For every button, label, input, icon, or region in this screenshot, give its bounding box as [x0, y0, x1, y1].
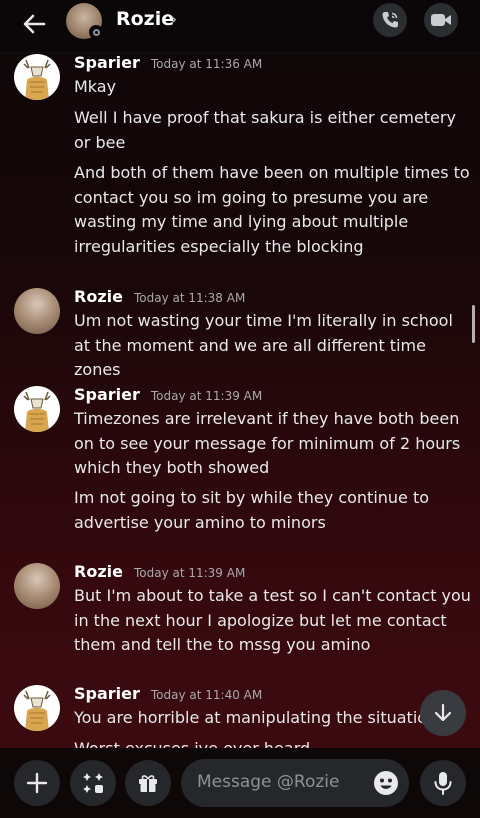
- chat-header: Rozie ›: [0, 0, 480, 53]
- avatar[interactable]: [14, 563, 60, 609]
- page-title[interactable]: Rozie: [116, 8, 174, 30]
- message-composer: Message @Rozie: [0, 748, 480, 818]
- message-header: Sparier Today at 11:39 AM: [74, 385, 262, 404]
- avatar[interactable]: [14, 685, 60, 731]
- emoji-icon[interactable]: [373, 770, 399, 796]
- message-text: Worst excuses ive ever heard: [74, 737, 474, 748]
- message-text: Well I have proof that sakura is either …: [74, 108, 456, 152]
- timestamp: Today at 11:38 AM: [133, 291, 246, 305]
- author-name[interactable]: Sparier: [74, 385, 140, 404]
- avatar[interactable]: [14, 386, 60, 432]
- message-header: Rozie Today at 11:39 AM: [74, 562, 245, 581]
- message-text: You are horrible at manipulating the sit…: [74, 708, 438, 727]
- back-arrow-icon[interactable]: [20, 10, 48, 38]
- apps-icon: [83, 773, 103, 793]
- message-text: And both of them have been on multiple t…: [74, 163, 470, 256]
- author-name[interactable]: Sparier: [74, 53, 140, 72]
- scrollbar[interactable]: [472, 305, 475, 343]
- message-input[interactable]: Message @Rozie: [181, 759, 409, 807]
- message-text: Mkay: [74, 77, 117, 96]
- microphone-icon: [434, 772, 452, 795]
- jump-to-bottom-button[interactable]: [420, 690, 466, 736]
- phone-icon: [382, 12, 398, 28]
- gift-button[interactable]: [125, 760, 171, 806]
- message-input-placeholder: Message @Rozie: [197, 772, 340, 792]
- apps-button[interactable]: [70, 760, 116, 806]
- timestamp: Today at 11:39 AM: [150, 389, 263, 403]
- author-name[interactable]: Rozie: [74, 287, 123, 306]
- message-list[interactable]: Sparier Today at 11:36 AM Mkay Well I ha…: [0, 52, 480, 748]
- message-text: Um not wasting your time I'm literally i…: [74, 311, 453, 379]
- message-header: Rozie Today at 11:38 AM: [74, 287, 245, 306]
- deer-skull-icon: [23, 391, 51, 432]
- message-text: But I'm about to take a test so I can't …: [74, 586, 471, 654]
- message-header: Sparier Today at 11:40 AM: [74, 684, 262, 703]
- message-text: Im not going to sit by while they contin…: [74, 488, 430, 532]
- deer-skull-icon: [23, 59, 51, 100]
- chevron-right-icon[interactable]: ›: [170, 9, 177, 30]
- add-attachment-button[interactable]: [14, 760, 60, 806]
- timestamp: Today at 11:39 AM: [133, 566, 246, 580]
- gift-icon: [139, 775, 157, 792]
- voice-message-button[interactable]: [420, 760, 466, 806]
- deer-skull-icon: [23, 690, 51, 731]
- author-name[interactable]: Rozie: [74, 562, 123, 581]
- author-name[interactable]: Sparier: [74, 684, 140, 703]
- message-text: Timezones are irrelevant if they have bo…: [74, 409, 461, 477]
- plus-icon: [26, 772, 48, 794]
- avatar[interactable]: [14, 288, 60, 334]
- voice-call-button[interactable]: [373, 3, 407, 37]
- video-call-button[interactable]: [424, 3, 458, 37]
- arrow-down-icon: [434, 703, 452, 722]
- timestamp: Today at 11:40 AM: [150, 688, 263, 702]
- avatar[interactable]: [14, 54, 60, 100]
- message-header: Sparier Today at 11:36 AM: [74, 53, 262, 72]
- video-icon: [431, 14, 451, 26]
- status-indicator: [89, 25, 103, 39]
- timestamp: Today at 11:36 AM: [150, 57, 263, 71]
